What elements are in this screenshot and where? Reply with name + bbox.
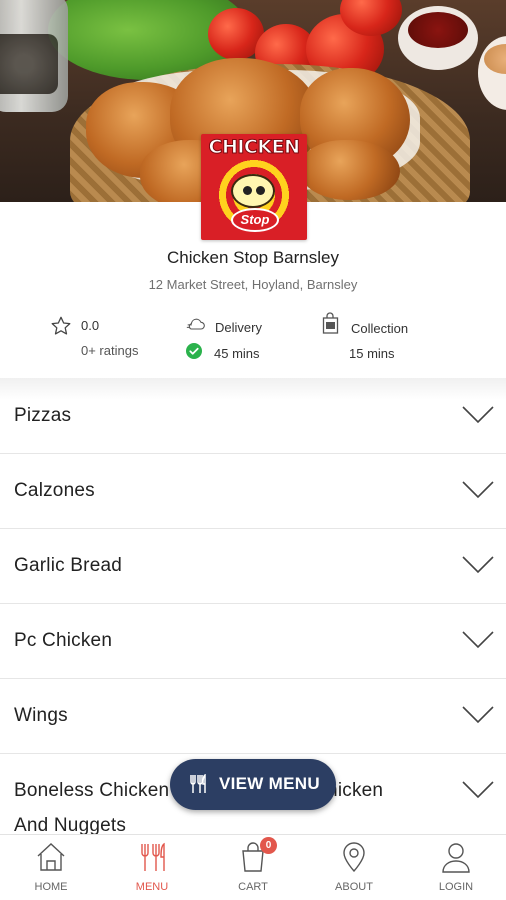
- logo-wordmark: CHICKEN: [208, 136, 300, 159]
- star-icon: [51, 316, 71, 335]
- bottom-nav: HOME MENU 0 CART ABOUT LOGIN: [0, 834, 506, 900]
- category-label: Pc Chicken: [14, 630, 113, 651]
- chevron-down-icon: [462, 406, 494, 424]
- restaurant-address: 12 Market Street, Hoyland, Barnsley: [148, 277, 358, 292]
- nav-menu[interactable]: MENU: [117, 835, 187, 900]
- category-label: Wings: [14, 705, 68, 726]
- category-garlic-bread[interactable]: Garlic Bread: [0, 529, 506, 604]
- nav-about[interactable]: ABOUT: [319, 835, 389, 900]
- collection-label: Collection: [351, 321, 409, 336]
- category-label: Pizzas: [14, 405, 72, 426]
- cart-count-badge: 0: [260, 837, 277, 854]
- category-label: Garlic Bread: [14, 555, 122, 576]
- home-icon: [37, 843, 65, 871]
- cutlery-icon: [190, 774, 206, 793]
- chevron-down-icon: [462, 481, 494, 499]
- chevron-down-icon: [462, 781, 494, 799]
- delivery-time: 45 mins: [214, 346, 260, 361]
- cutlery-icon: [141, 842, 165, 871]
- category-pizzas[interactable]: Pizzas: [0, 379, 506, 454]
- nav-label: LOGIN: [438, 881, 474, 893]
- nav-login[interactable]: LOGIN: [421, 835, 491, 900]
- category-pc-chicken[interactable]: Pc Chicken: [0, 604, 506, 679]
- category-wings[interactable]: Wings: [0, 679, 506, 754]
- rating-count: 0+ ratings: [81, 343, 139, 358]
- user-icon: [442, 843, 470, 873]
- restaurant-logo: CHICKEN Stop: [201, 134, 307, 240]
- nav-label: HOME: [34, 881, 68, 893]
- category-calzones[interactable]: Calzones: [0, 454, 506, 529]
- nav-home[interactable]: HOME: [16, 835, 86, 900]
- chevron-down-icon: [462, 706, 494, 724]
- nav-label: MENU: [135, 881, 169, 893]
- restaurant-name: Chicken Stop Barnsley: [167, 248, 339, 267]
- logo-subtext: Stop: [231, 208, 279, 232]
- collection-time: 15 mins: [349, 346, 395, 361]
- nav-label: ABOUT: [335, 881, 373, 893]
- category-label: Calzones: [14, 480, 95, 501]
- chevron-down-icon: [462, 556, 494, 574]
- nav-label: CART: [238, 881, 268, 893]
- collection-bag-icon: [322, 312, 339, 334]
- delivery-icon: [186, 318, 205, 330]
- rating-value: 0.0: [81, 318, 100, 333]
- view-menu-label: VIEW MENU: [219, 774, 320, 793]
- chevron-down-icon: [462, 631, 494, 649]
- check-circle-icon: [186, 343, 202, 359]
- view-menu-button[interactable]: VIEW MENU: [170, 759, 336, 810]
- nav-cart[interactable]: 0 CART: [218, 835, 288, 900]
- delivery-label: Delivery: [215, 320, 262, 335]
- location-pin-icon: [343, 842, 365, 873]
